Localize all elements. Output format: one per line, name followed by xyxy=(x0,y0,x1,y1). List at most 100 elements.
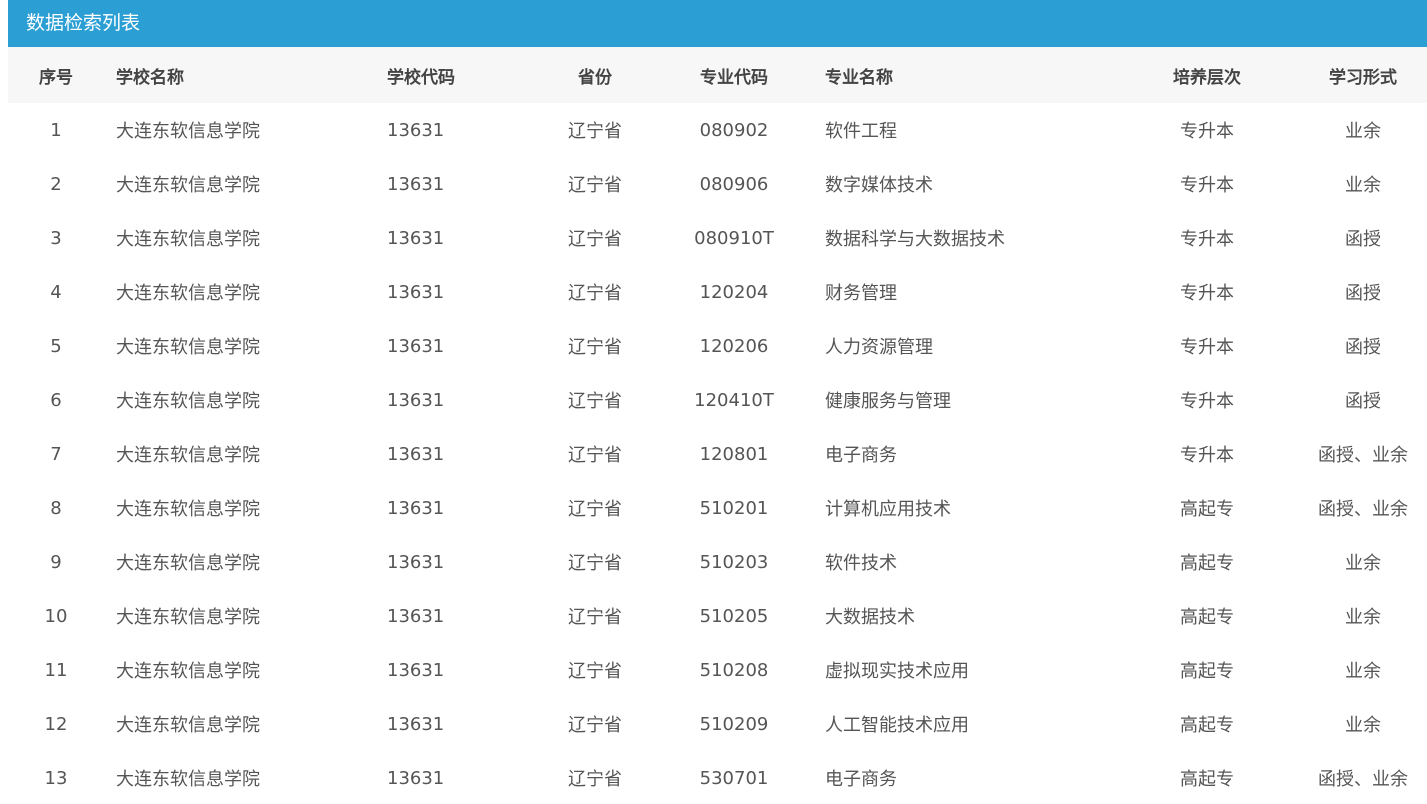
cell-school-code: 13631 xyxy=(387,389,445,411)
table-row: 2 大连东软信息学院 13631 辽宁省 080906 数字媒体技术 专升本 业… xyxy=(8,157,1427,211)
cell-major-code: 120801 xyxy=(699,443,769,465)
column-header-index: 序号 xyxy=(39,67,73,88)
column-header-major-name: 专业名称 xyxy=(825,67,893,88)
cell-school-code: 13631 xyxy=(387,281,445,303)
cell-major-name: 人力资源管理 xyxy=(825,337,933,358)
cell-index: 8 xyxy=(50,497,62,519)
table-row: 12 大连东软信息学院 13631 辽宁省 510209 人工智能技术应用 高起… xyxy=(8,697,1427,751)
cell-school-name: 大连东软信息学院 xyxy=(116,607,260,628)
cell-study-form: 业余 xyxy=(1345,175,1381,196)
cell-major-code: 510205 xyxy=(699,605,769,627)
table-row: 8 大连东软信息学院 13631 辽宁省 510201 计算机应用技术 高起专 … xyxy=(8,481,1427,535)
table-header-row: 序号 学校名称 学校代码 省份 专业代码 专业名称 培养层次 学习形式 xyxy=(8,47,1427,103)
cell-province: 辽宁省 xyxy=(568,445,622,466)
cell-school-code: 13631 xyxy=(387,497,445,519)
cell-major-code: 080910T xyxy=(694,227,774,249)
cell-index: 13 xyxy=(44,767,68,789)
cell-level: 专升本 xyxy=(1180,337,1234,358)
cell-level: 高起专 xyxy=(1180,715,1234,736)
cell-major-name: 大数据技术 xyxy=(825,607,915,628)
cell-major-code: 510203 xyxy=(699,551,769,573)
cell-study-form: 业余 xyxy=(1345,715,1381,736)
cell-province: 辽宁省 xyxy=(568,661,622,682)
cell-study-form: 函授 xyxy=(1345,283,1381,304)
cell-study-form: 函授 xyxy=(1345,391,1381,412)
table-row: 9 大连东软信息学院 13631 辽宁省 510203 软件技术 高起专 业余 xyxy=(8,535,1427,589)
cell-school-code: 13631 xyxy=(387,659,445,681)
cell-major-name: 虚拟现实技术应用 xyxy=(825,661,969,682)
table-row: 11 大连东软信息学院 13631 辽宁省 510208 虚拟现实技术应用 高起… xyxy=(8,643,1427,697)
table-row: 13 大连东软信息学院 13631 辽宁省 530701 电子商务 高起专 函授… xyxy=(8,751,1427,804)
cell-school-code: 13631 xyxy=(387,443,445,465)
cell-level: 专升本 xyxy=(1180,229,1234,250)
cell-province: 辽宁省 xyxy=(568,715,622,736)
cell-province: 辽宁省 xyxy=(568,121,622,142)
cell-province: 辽宁省 xyxy=(568,769,622,790)
cell-study-form: 函授、业余 xyxy=(1318,499,1408,520)
cell-index: 5 xyxy=(50,335,62,357)
cell-major-name: 人工智能技术应用 xyxy=(825,715,969,736)
table-row: 6 大连东软信息学院 13631 辽宁省 120410T 健康服务与管理 专升本… xyxy=(8,373,1427,427)
cell-major-code: 120410T xyxy=(694,389,774,411)
column-header-school-name: 学校名称 xyxy=(116,67,184,88)
cell-major-code: 080902 xyxy=(699,119,769,141)
cell-school-code: 13631 xyxy=(387,713,445,735)
panel-title: 数据检索列表 xyxy=(8,0,1427,47)
cell-major-name: 数据科学与大数据技术 xyxy=(825,229,1005,250)
column-header-school-code: 学校代码 xyxy=(387,67,455,88)
cell-school-name: 大连东软信息学院 xyxy=(116,337,260,358)
table-body: 1 大连东软信息学院 13631 辽宁省 080902 软件工程 专升本 业余 … xyxy=(8,103,1427,804)
cell-level: 专升本 xyxy=(1180,283,1234,304)
cell-index: 1 xyxy=(50,119,62,141)
table-row: 4 大连东软信息学院 13631 辽宁省 120204 财务管理 专升本 函授 xyxy=(8,265,1427,319)
cell-school-code: 13631 xyxy=(387,227,445,249)
cell-school-code: 13631 xyxy=(387,173,445,195)
cell-level: 高起专 xyxy=(1180,499,1234,520)
cell-study-form: 函授 xyxy=(1345,337,1381,358)
table-row: 1 大连东软信息学院 13631 辽宁省 080902 软件工程 专升本 业余 xyxy=(8,103,1427,157)
cell-major-name: 电子商务 xyxy=(825,445,897,466)
column-header-major-code: 专业代码 xyxy=(700,67,768,88)
cell-study-form: 业余 xyxy=(1345,661,1381,682)
cell-level: 专升本 xyxy=(1180,445,1234,466)
cell-index: 11 xyxy=(44,659,68,681)
cell-study-form: 函授 xyxy=(1345,229,1381,250)
cell-major-name: 健康服务与管理 xyxy=(825,391,951,412)
cell-level: 高起专 xyxy=(1180,553,1234,574)
cell-level: 专升本 xyxy=(1180,175,1234,196)
cell-school-name: 大连东软信息学院 xyxy=(116,229,260,250)
cell-school-name: 大连东软信息学院 xyxy=(116,175,260,196)
cell-school-name: 大连东软信息学院 xyxy=(116,445,260,466)
cell-province: 辽宁省 xyxy=(568,391,622,412)
cell-index: 4 xyxy=(50,281,62,303)
cell-school-name: 大连东软信息学院 xyxy=(116,391,260,412)
cell-major-code: 080906 xyxy=(699,173,769,195)
cell-major-name: 数字媒体技术 xyxy=(825,175,933,196)
column-header-province: 省份 xyxy=(578,67,612,88)
cell-study-form: 业余 xyxy=(1345,607,1381,628)
cell-major-name: 财务管理 xyxy=(825,283,897,304)
table-row: 3 大连东软信息学院 13631 辽宁省 080910T 数据科学与大数据技术 … xyxy=(8,211,1427,265)
cell-level: 专升本 xyxy=(1180,391,1234,412)
cell-province: 辽宁省 xyxy=(568,337,622,358)
cell-study-form: 函授、业余 xyxy=(1318,769,1408,790)
cell-school-name: 大连东软信息学院 xyxy=(116,769,260,790)
cell-major-code: 510208 xyxy=(699,659,769,681)
cell-school-code: 13631 xyxy=(387,335,445,357)
cell-level: 高起专 xyxy=(1180,607,1234,628)
table-row: 10 大连东软信息学院 13631 辽宁省 510205 大数据技术 高起专 业… xyxy=(8,589,1427,643)
cell-school-code: 13631 xyxy=(387,119,445,141)
cell-school-name: 大连东软信息学院 xyxy=(116,499,260,520)
cell-major-code: 120206 xyxy=(699,335,769,357)
cell-study-form: 业余 xyxy=(1345,121,1381,142)
cell-school-name: 大连东软信息学院 xyxy=(116,121,260,142)
cell-province: 辽宁省 xyxy=(568,553,622,574)
cell-school-name: 大连东软信息学院 xyxy=(116,553,260,574)
cell-province: 辽宁省 xyxy=(568,499,622,520)
cell-major-name: 计算机应用技术 xyxy=(825,499,951,520)
cell-major-name: 电子商务 xyxy=(825,769,897,790)
cell-major-code: 120204 xyxy=(699,281,769,303)
cell-province: 辽宁省 xyxy=(568,283,622,304)
cell-school-code: 13631 xyxy=(387,767,445,789)
cell-province: 辽宁省 xyxy=(568,607,622,628)
